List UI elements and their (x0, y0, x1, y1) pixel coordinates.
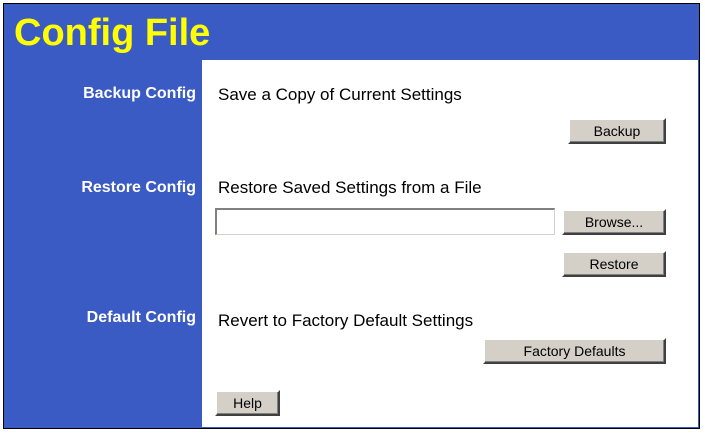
restore-config-label: Restore Config (81, 179, 196, 196)
browse-button[interactable]: Browse... (562, 209, 666, 235)
help-button[interactable]: Help (215, 390, 280, 416)
config-file-input[interactable] (215, 208, 555, 235)
backup-description: Save a Copy of Current Settings (218, 85, 462, 104)
backup-config-label: Backup Config (83, 85, 196, 102)
restore-description: Restore Saved Settings from a File (218, 178, 482, 197)
page-title: Config File (14, 12, 211, 54)
factory-defaults-button[interactable]: Factory Defaults (483, 338, 666, 364)
default-description: Revert to Factory Default Settings (218, 311, 474, 330)
backup-button[interactable]: Backup (568, 118, 666, 144)
default-config-label: Default Config (86, 309, 196, 326)
content-area (202, 60, 698, 427)
restore-button[interactable]: Restore (562, 251, 666, 277)
